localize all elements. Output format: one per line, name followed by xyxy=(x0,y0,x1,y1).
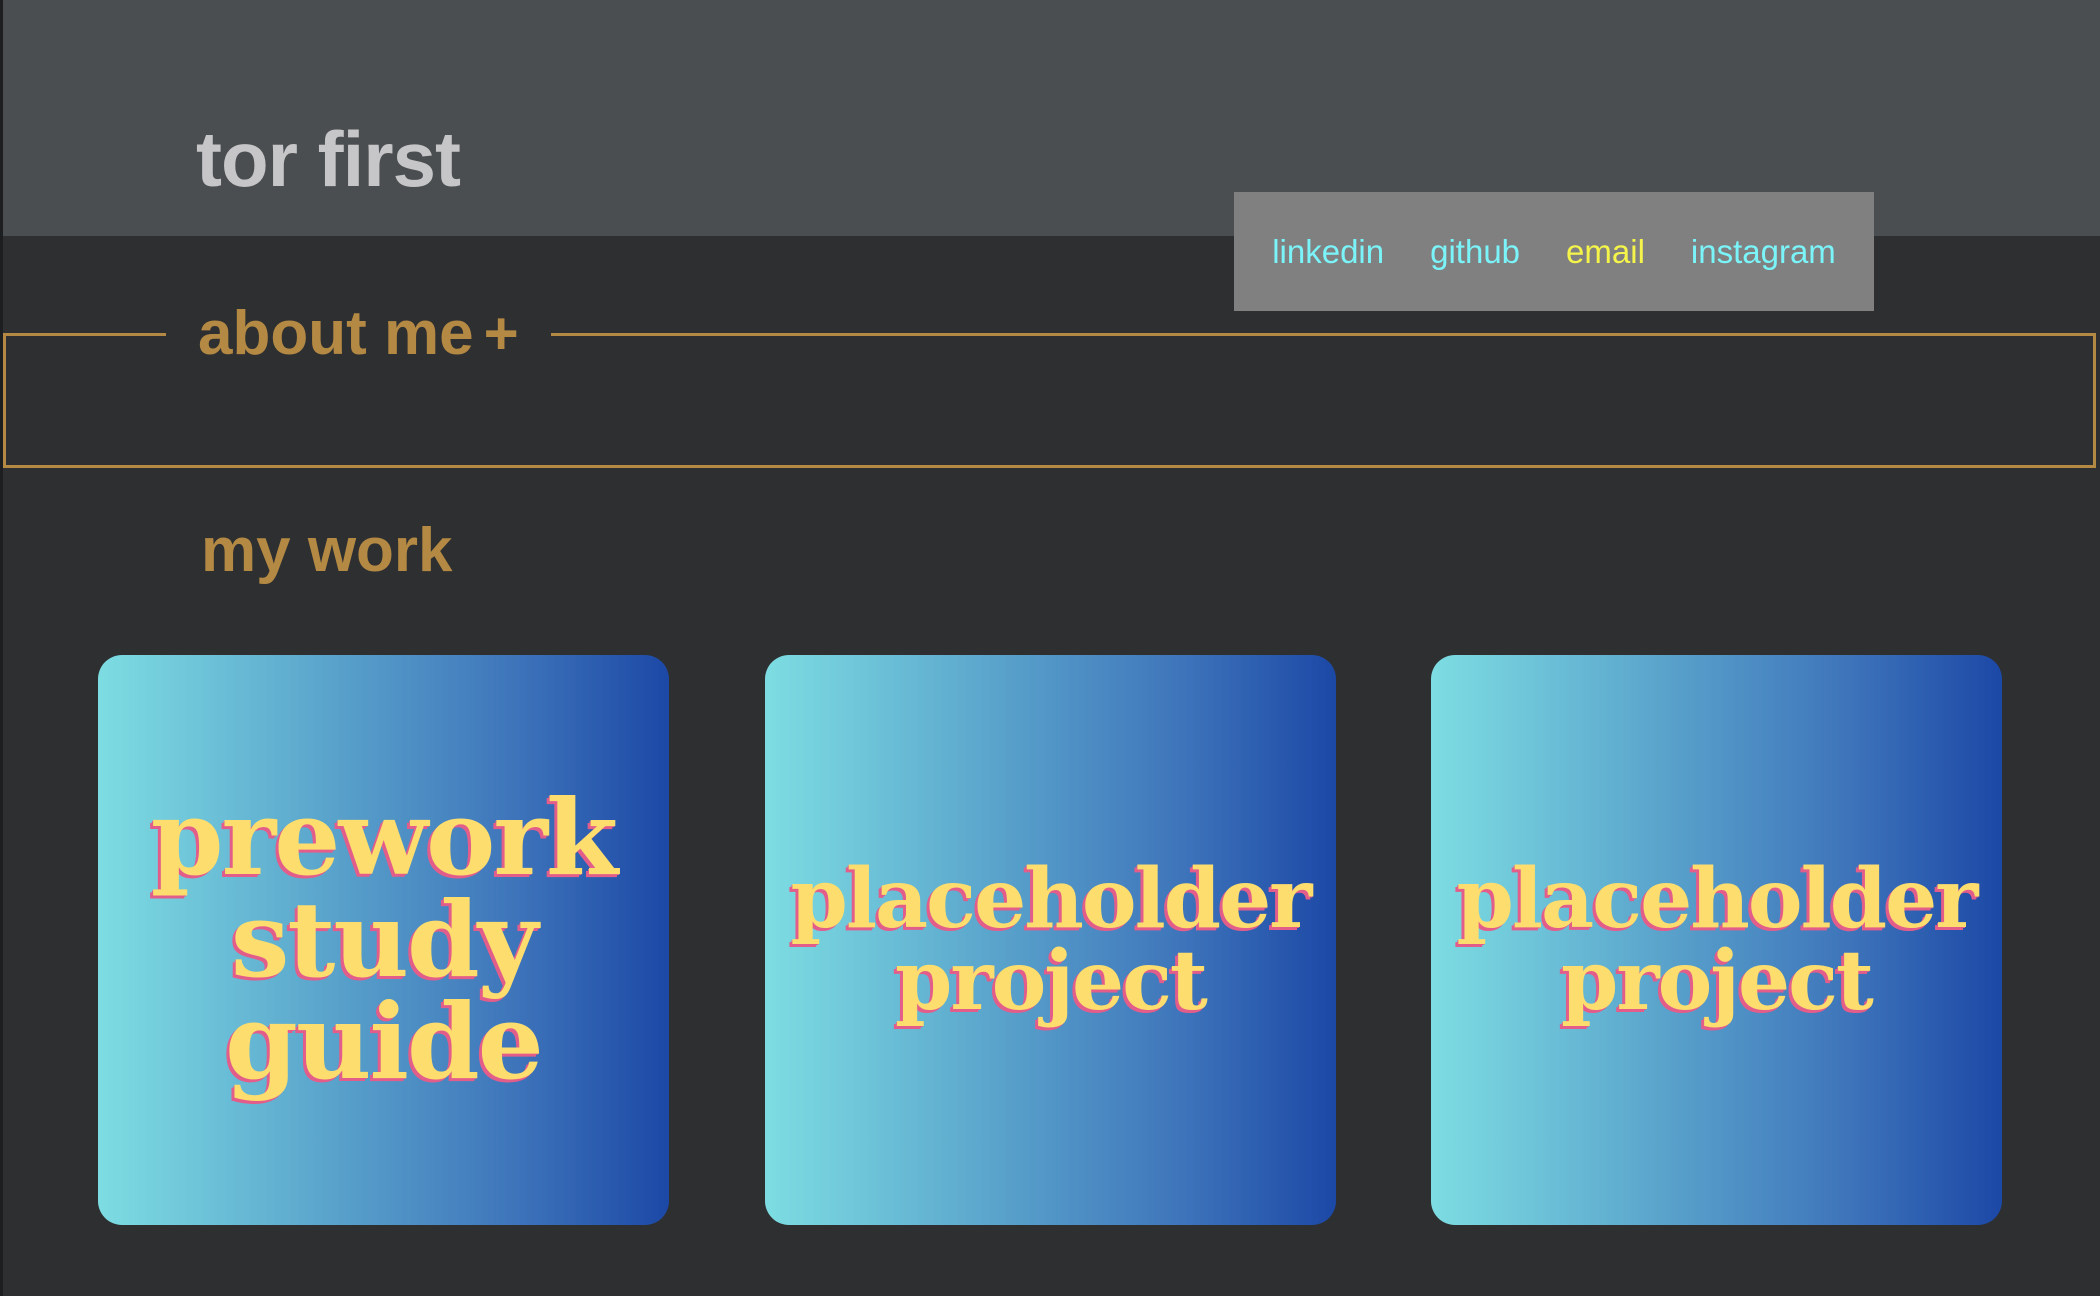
nav-link-linkedin[interactable]: linkedin xyxy=(1272,235,1384,268)
project-card-title: prework study guide xyxy=(150,776,618,1103)
social-nav: linkedin github email instagram xyxy=(1234,192,1874,311)
nav-link-email[interactable]: email xyxy=(1566,235,1645,268)
project-card-prework[interactable]: prework study guide xyxy=(98,655,669,1225)
expand-plus-icon[interactable]: + xyxy=(484,304,519,364)
project-card-placeholder-2[interactable]: placeholder project xyxy=(1431,655,2002,1225)
my-work-heading: my work xyxy=(201,516,453,585)
project-card-placeholder-1[interactable]: placeholder project xyxy=(765,655,1336,1225)
nav-link-instagram[interactable]: instagram xyxy=(1691,235,1836,268)
project-card-title: placeholder project xyxy=(790,851,1313,1029)
about-me-label: about me xyxy=(198,299,474,368)
project-card-title: placeholder project xyxy=(1456,851,1979,1029)
site-title: tor first xyxy=(196,115,461,203)
nav-link-github[interactable]: github xyxy=(1430,235,1520,268)
about-me-legend[interactable]: about me + xyxy=(166,298,551,370)
